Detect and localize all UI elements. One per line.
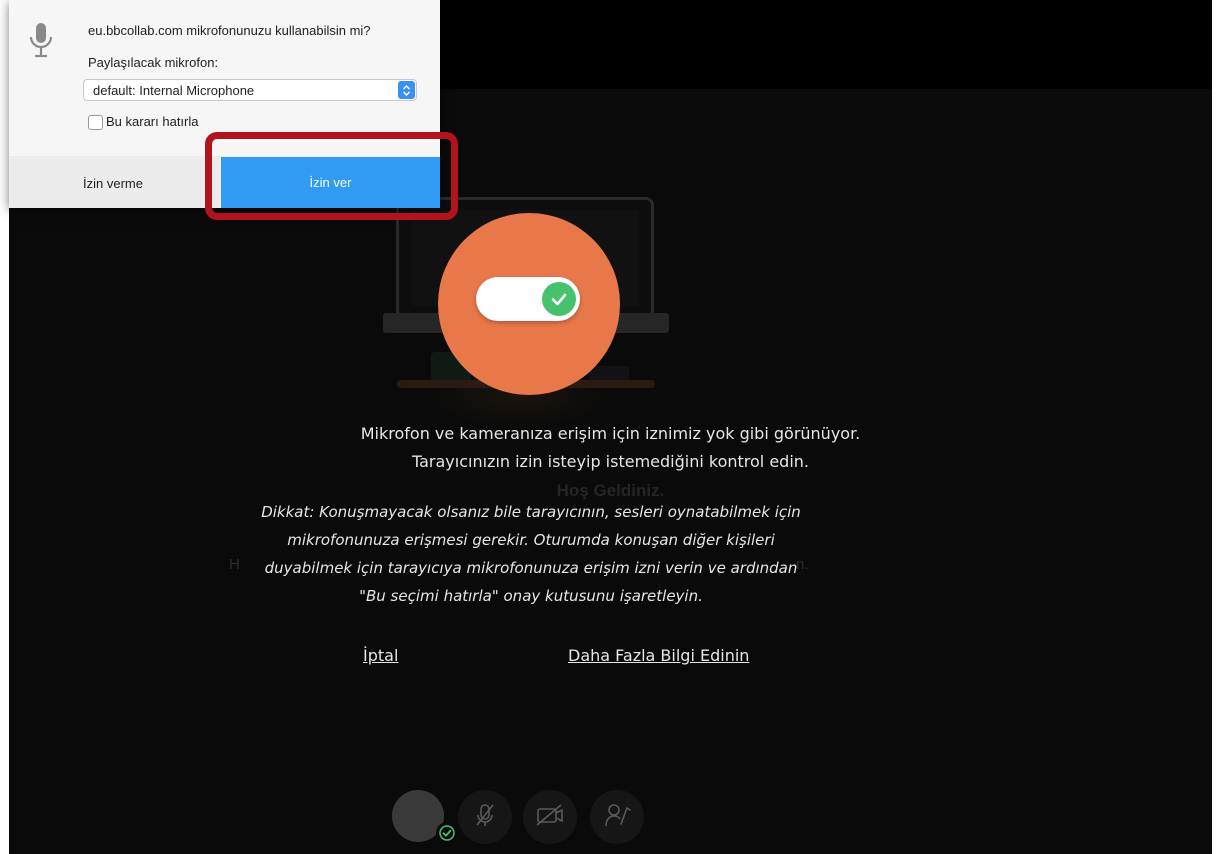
toggle-switch-icon — [476, 277, 580, 321]
check-icon — [542, 282, 576, 316]
raise-hand-icon — [602, 800, 632, 834]
microphone-select[interactable]: default: Internal Microphone — [83, 79, 417, 101]
select-arrows-icon — [398, 81, 415, 99]
avatar-check-icon — [436, 822, 458, 844]
dialog-title: eu.bbcollab.com mikrofonunuzu kullanabil… — [88, 23, 371, 38]
raise-hand-button[interactable] — [590, 790, 644, 844]
permission-toggle-illustration — [438, 213, 620, 395]
mic-muted-button[interactable] — [458, 790, 512, 844]
permission-note: Dikkat: Konuşmayacak olsanız bile tarayı… — [241, 498, 821, 610]
deny-button[interactable]: İzin verme — [9, 158, 217, 208]
remember-checkbox[interactable] — [88, 115, 103, 130]
learn-more-link[interactable]: Daha Fazla Bilgi Edinin — [568, 646, 749, 665]
cancel-link[interactable]: İptal — [363, 646, 398, 665]
note-line-4: "Bu seçimi hatırla" onay kutusunu işaret… — [359, 587, 703, 605]
share-microphone-label: Paylaşılacak mikrofon: — [88, 55, 219, 70]
background-subtitle-left: H — [229, 556, 240, 573]
allow-button[interactable]: İzin ver — [221, 157, 440, 208]
note-line-3: duyabilmek için tarayıcıya mikrofonunuza… — [264, 559, 798, 577]
microphone-permission-dialog: eu.bbcollab.com mikrofonunuzu kullanabil… — [9, 0, 440, 208]
permission-message: Mikrofon ve kameranıza erişim için iznim… — [9, 420, 1212, 476]
note-line-1: Dikkat: Konuşmayacak olsanız bile tarayı… — [261, 503, 801, 521]
microphone-icon — [29, 22, 53, 63]
microphone-select-value: default: Internal Microphone — [93, 83, 255, 98]
message-line-1: Mikrofon ve kameranıza erişim için iznim… — [360, 424, 861, 443]
allow-button-label: İzin ver — [309, 175, 352, 190]
note-line-2: mikrofonunuza erişmesi gerekir. Oturumda… — [287, 531, 775, 549]
message-line-2: Tarayıcınızın izin isteyip istemediğini … — [411, 452, 809, 471]
camera-off-button[interactable] — [523, 790, 577, 844]
background-books — [589, 366, 629, 380]
window-left-edge — [0, 0, 9, 854]
mic-muted-icon — [470, 800, 500, 834]
remember-label: Bu kararı hatırla — [106, 114, 199, 129]
deny-button-label: İzin verme — [83, 175, 143, 191]
camera-off-icon — [533, 800, 567, 834]
